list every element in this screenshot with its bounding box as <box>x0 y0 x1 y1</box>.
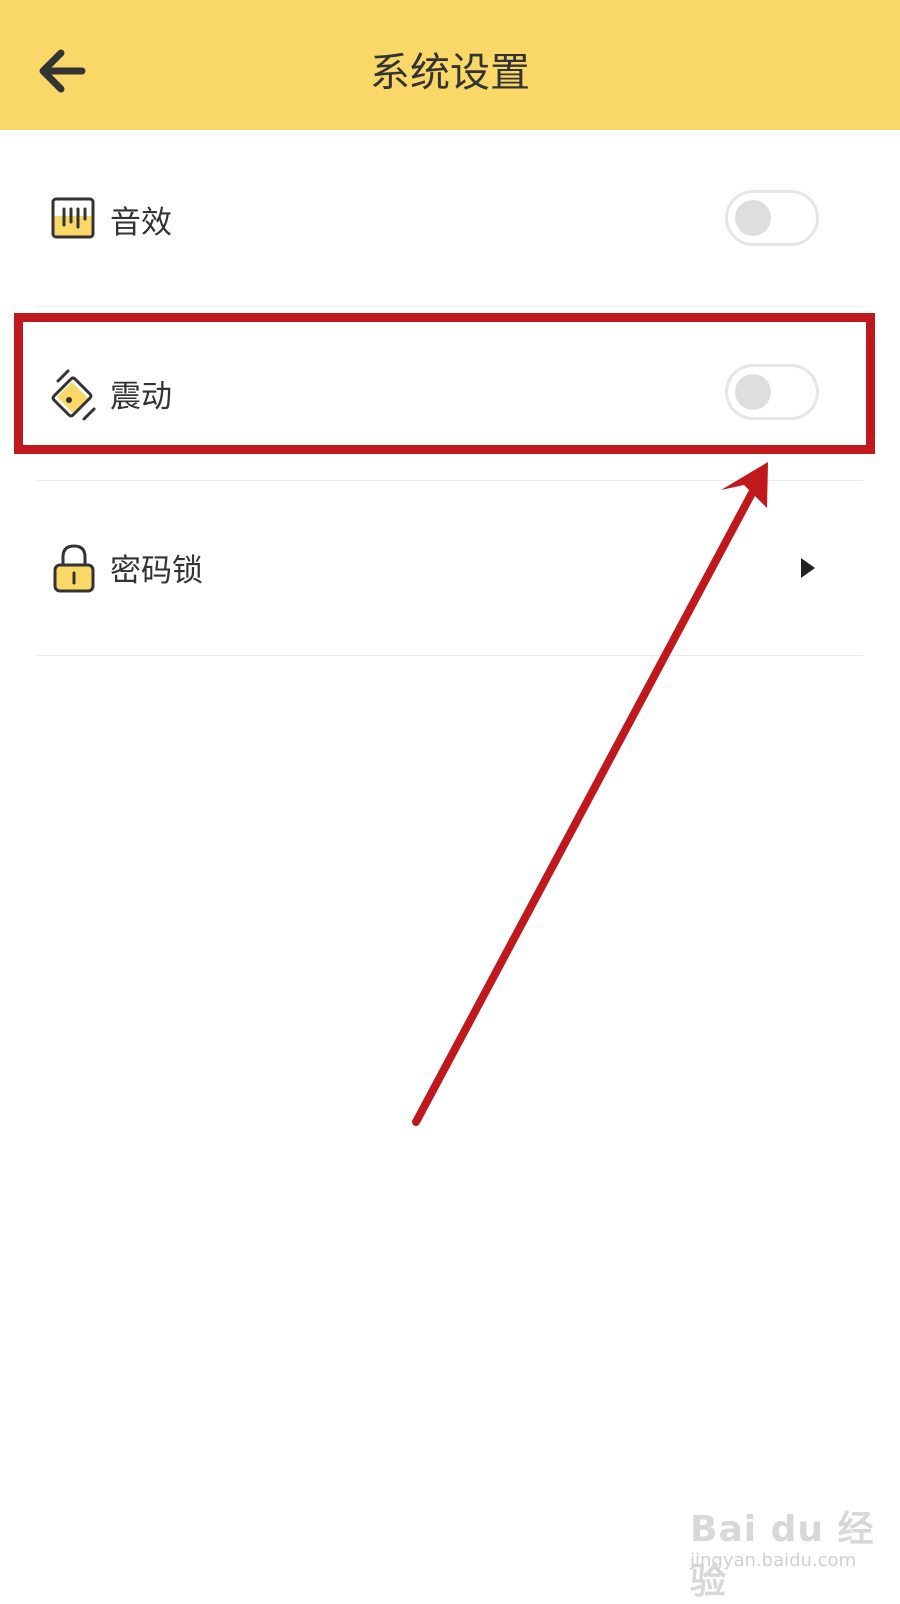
lock-icon <box>53 544 95 593</box>
vibration-icon <box>51 369 96 421</box>
header-bar <box>0 0 900 130</box>
password-lock-label: 密码锁 <box>110 553 203 589</box>
sound-effect-label: 音效 <box>110 205 172 241</box>
vibration-label: 震动 <box>110 379 172 415</box>
settings-row-password-lock[interactable]: 密码锁 <box>0 481 900 655</box>
watermark-url: jingyan.baidu.com <box>690 1550 857 1571</box>
sound-effect-toggle[interactable] <box>725 190 819 246</box>
back-button[interactable] <box>28 38 92 102</box>
arrow-left-icon <box>39 49 86 93</box>
settings-row-sound: 音效 <box>0 133 900 307</box>
toggle-knob <box>735 374 771 410</box>
divider <box>37 655 863 656</box>
chevron-right-icon[interactable] <box>796 556 820 580</box>
toggle-knob <box>735 200 771 236</box>
settings-row-vibration: 震动 <box>0 307 900 481</box>
vibration-toggle[interactable] <box>725 364 819 420</box>
sound-effect-icon <box>51 197 95 239</box>
baidu-watermark: Bai du 经验 jingyan.baidu.com <box>690 1500 900 1602</box>
